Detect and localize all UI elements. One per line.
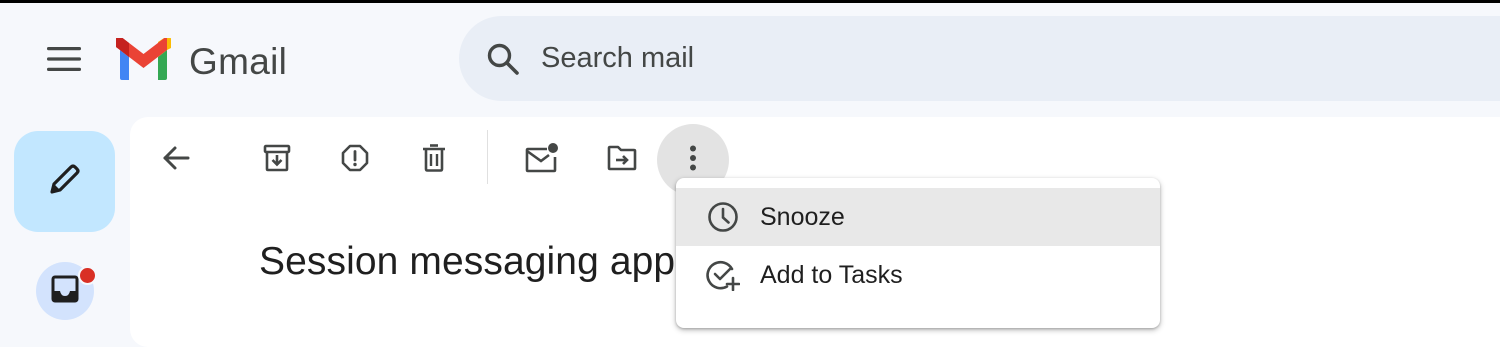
menu-item-label: Snooze bbox=[760, 202, 845, 231]
inbox-unread-badge bbox=[78, 266, 97, 285]
gmail-logo[interactable]: Gmail bbox=[116, 35, 288, 85]
compose-button[interactable] bbox=[14, 131, 115, 232]
mark-unread-icon bbox=[525, 142, 559, 178]
report-spam-button[interactable] bbox=[331, 136, 379, 184]
menu-item-label: Add to Tasks bbox=[760, 260, 903, 289]
inbox-icon bbox=[51, 275, 79, 308]
move-to-folder-icon bbox=[607, 145, 637, 176]
delete-button[interactable] bbox=[410, 136, 458, 184]
menu-item-snooze[interactable]: Snooze bbox=[676, 188, 1160, 246]
arrow-left-icon bbox=[162, 145, 190, 176]
search-icon[interactable] bbox=[485, 41, 521, 77]
more-options-menu: Snooze Add to Tasks bbox=[676, 178, 1160, 328]
pencil-icon bbox=[47, 161, 83, 202]
more-vertical-icon bbox=[689, 145, 697, 176]
mark-unread-button[interactable] bbox=[518, 136, 566, 184]
hamburger-menu-icon bbox=[47, 46, 81, 76]
clock-icon bbox=[706, 200, 740, 234]
main-menu-button[interactable] bbox=[40, 37, 88, 85]
app-name: Gmail bbox=[189, 40, 288, 82]
toolbar-divider bbox=[487, 130, 488, 184]
archive-icon bbox=[263, 144, 291, 177]
top-border bbox=[0, 0, 1500, 3]
archive-button[interactable] bbox=[253, 136, 301, 184]
search-bar bbox=[459, 16, 1500, 101]
move-to-button[interactable] bbox=[598, 136, 646, 184]
message-subject: Session messaging app bbox=[259, 240, 676, 283]
add-task-icon bbox=[706, 258, 740, 292]
search-input[interactable] bbox=[539, 41, 1043, 76]
trash-icon bbox=[421, 143, 447, 177]
report-spam-icon bbox=[341, 144, 369, 177]
back-button[interactable] bbox=[152, 136, 200, 184]
menu-item-add-to-tasks[interactable]: Add to Tasks bbox=[676, 246, 1160, 304]
gmail-m-icon bbox=[116, 35, 171, 85]
